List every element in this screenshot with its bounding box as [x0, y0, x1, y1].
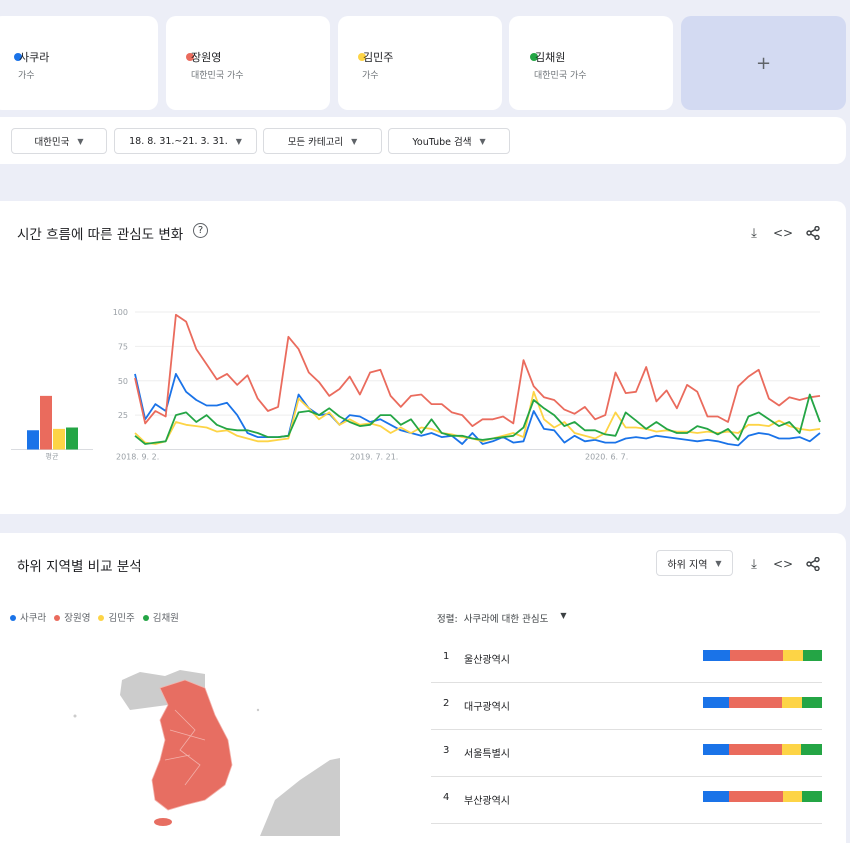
average-label: 평균 [46, 452, 59, 461]
term-card-1[interactable]: 사쿠라 가수 [0, 16, 158, 110]
download-icon[interactable]: ⤓ [745, 555, 763, 573]
interest-line-chart: 100 75 50 25 2018. 9. 2. 2019. 7. 21. 2020. 6.… [11, 308, 821, 462]
subregion-row[interactable]: 4 부산광역시 [431, 778, 822, 824]
term-type: 가수 [362, 71, 379, 81]
filter-label: YouTube 검색 [412, 137, 472, 148]
share-segment [801, 791, 822, 802]
legend-item: 김채원 [142, 610, 179, 624]
region-name: 울산광역시 [464, 655, 510, 666]
share-segment [703, 697, 730, 708]
x-tick-label: 2020. 6. 7. [585, 453, 628, 462]
share-bar [703, 744, 822, 755]
average-bar [53, 428, 65, 450]
legend-item: 김민주 [98, 610, 135, 624]
region-name: 서울특별시 [464, 749, 510, 760]
share-segment [703, 791, 730, 802]
region-name: 대구광역시 [464, 702, 510, 713]
x-tick-label: 2018. 9. 2. [116, 453, 159, 462]
share-segment [800, 744, 822, 755]
search-type-filter[interactable]: YouTube 검색 ▼ [388, 128, 510, 154]
japan-region [260, 758, 340, 836]
x-tick-label: 2019. 7. 21. [350, 453, 398, 462]
caret-down-icon: ▼ [235, 136, 242, 146]
rank: 1 [443, 651, 450, 662]
subregion-row[interactable]: 1 울산광역시 [431, 637, 822, 683]
term-type: 가수 [18, 71, 35, 81]
section-title: 하위 지역별 비교 분석 [17, 559, 142, 575]
share-segment [781, 744, 801, 755]
share-bar [703, 697, 822, 708]
legend-item: 사쿠라 [10, 610, 46, 624]
help-icon[interactable]: ? [193, 223, 208, 238]
rank: 2 [443, 698, 450, 709]
share-segment [802, 650, 822, 661]
korea-region-map[interactable] [0, 640, 340, 836]
share-segment [729, 791, 783, 802]
caret-down-icon: ▼ [479, 136, 486, 146]
rank: 4 [443, 792, 450, 803]
share-segment [782, 791, 802, 802]
share-bar [703, 650, 822, 661]
caret-down-icon: ▼ [351, 136, 358, 146]
term-card-3[interactable]: 김민주 가수 [338, 16, 502, 110]
embed-icon[interactable]: <> [773, 555, 793, 573]
filter-label: 대한민국 [34, 137, 70, 148]
subregion-dropdown[interactable]: 하위 지역 ▼ [656, 550, 733, 576]
subregion-row[interactable]: 3 서울특별시 [431, 731, 822, 777]
term-name: 김민주 [363, 51, 394, 64]
add-term-button[interactable]: + [681, 16, 846, 110]
filter-label: 모든 카테고리 [287, 137, 344, 148]
series-line-3 [134, 390, 821, 445]
term-name: 장원영 [191, 51, 222, 64]
average-bar [66, 427, 78, 450]
jeju-region [154, 818, 172, 826]
term-name: 김채원 [535, 51, 566, 64]
region-name: 부산광역시 [464, 796, 510, 807]
map-legend: 사쿠라 장원영 김민주 김채원 [10, 610, 179, 624]
y-tick-label: 50 [118, 377, 128, 386]
average-bar [27, 430, 39, 450]
legend-item: 장원영 [54, 610, 90, 624]
y-tick-label: 75 [118, 342, 128, 351]
caret-down-icon: ▼ [560, 611, 567, 620]
download-icon[interactable]: ⤓ [745, 224, 763, 242]
share-segment [801, 697, 822, 708]
date-filter[interactable]: 18. 8. 31.~21. 3. 31. ▼ [114, 128, 257, 154]
sort-value: 사쿠라에 대한 관심도 [463, 614, 549, 625]
term-type: 대한민국 가수 [191, 71, 244, 81]
share-segment [782, 650, 803, 661]
category-filter[interactable]: 모든 카테고리 ▼ [263, 128, 382, 154]
share-segment [703, 650, 731, 661]
subregion-row[interactable]: 2 대구광역시 [431, 684, 822, 730]
caret-down-icon: ▼ [715, 558, 722, 568]
y-tick-label: 25 [118, 411, 128, 420]
y-tick-label: 100 [113, 308, 128, 317]
term-card-4[interactable]: 김채원 대한민국 가수 [509, 16, 673, 110]
average-bar [40, 395, 52, 450]
filter-label: 18. 8. 31.~21. 3. 31. [129, 135, 228, 147]
filter-bar: 대한민국 ▼ 18. 8. 31.~21. 3. 31. ▼ 모든 카테고리 ▼ Yo… [0, 117, 846, 164]
caret-down-icon: ▼ [77, 136, 84, 146]
share-segment [781, 697, 802, 708]
dropdown-label: 하위 지역 [667, 559, 708, 571]
section-title: 시간 흐름에 따른 관심도 변화 [17, 227, 184, 243]
term-card-2[interactable]: 장원영 대한민국 가수 [166, 16, 330, 110]
region-filter[interactable]: 대한민국 ▼ [11, 128, 107, 154]
series-line-2 [134, 313, 821, 428]
term-type: 대한민국 가수 [534, 71, 587, 81]
embed-icon[interactable]: <> [773, 224, 793, 242]
share-icon[interactable] [804, 555, 822, 573]
share-segment [729, 697, 782, 708]
term-name: 사쿠라 [19, 51, 50, 64]
sort-label: 정렬: [437, 614, 458, 625]
sort-dropdown[interactable]: 정렬: 사쿠라에 대한 관심도 ▼ [437, 611, 567, 625]
share-bar [703, 791, 822, 802]
share-segment [729, 744, 782, 755]
share-segment [703, 744, 730, 755]
rank: 3 [443, 745, 450, 756]
share-segment [730, 650, 783, 661]
share-icon[interactable] [804, 224, 822, 242]
